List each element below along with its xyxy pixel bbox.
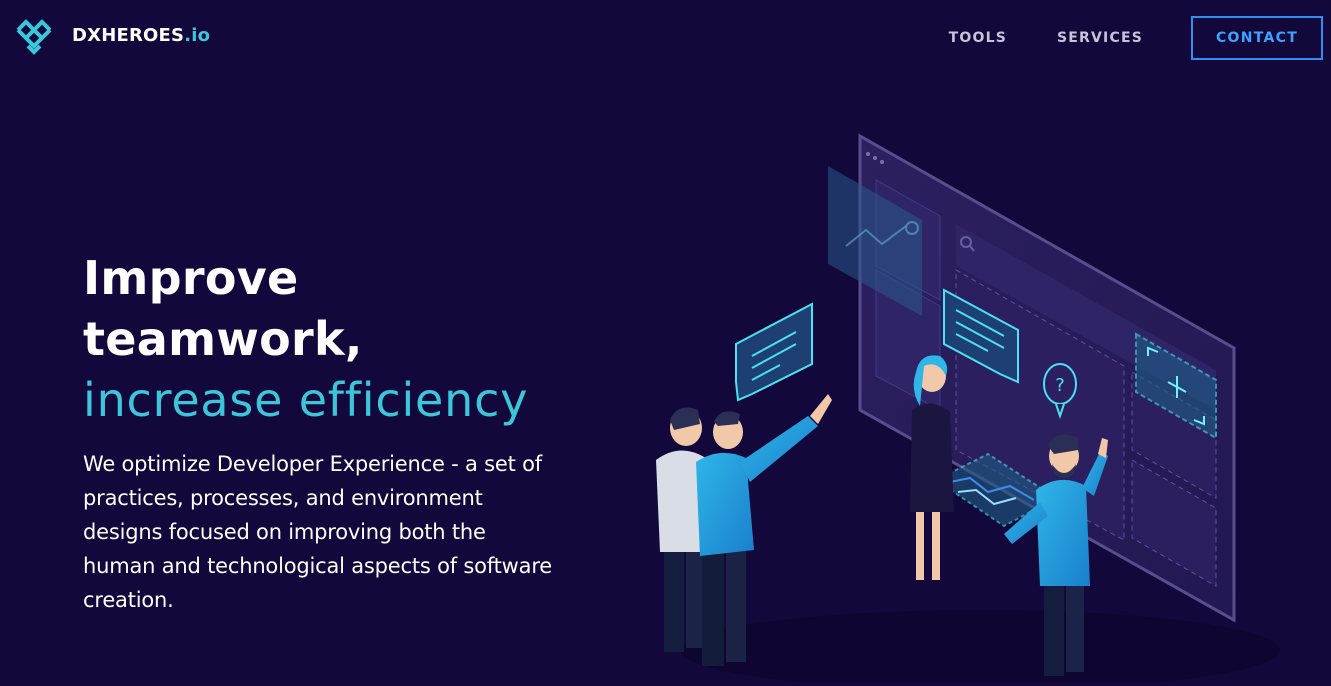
- hero-illustration: ?: [620, 120, 1300, 686]
- contact-button[interactable]: CONTACT: [1191, 16, 1323, 60]
- team-illustration: ?: [656, 133, 1280, 686]
- main-nav: TOOLS SERVICES CONTACT: [949, 16, 1323, 60]
- nav-tools[interactable]: TOOLS: [949, 16, 1007, 60]
- svg-text:?: ?: [1055, 375, 1065, 396]
- headline-line-1: Improve: [83, 251, 299, 305]
- brand-name: DXHEROES.io: [72, 25, 211, 46]
- chat-bubble-left: [735, 302, 813, 402]
- nav-services[interactable]: SERVICES: [1057, 16, 1143, 60]
- hero-headline: Improve teamwork, increase efficiency: [83, 248, 643, 431]
- dxheroes-logo-icon: [16, 19, 52, 55]
- brand-logo[interactable]: DXHEROES.io: [14, 16, 210, 56]
- headline-line-2: teamwork,: [83, 312, 363, 366]
- hero-section: Improve teamwork, increase efficiency We…: [83, 248, 643, 617]
- hero-description: We optimize Developer Experience - a set…: [83, 452, 553, 612]
- site-header: DXHEROES.io TOOLS SERVICES CONTACT: [0, 0, 1331, 76]
- headline-line-3: increase efficiency: [83, 373, 529, 427]
